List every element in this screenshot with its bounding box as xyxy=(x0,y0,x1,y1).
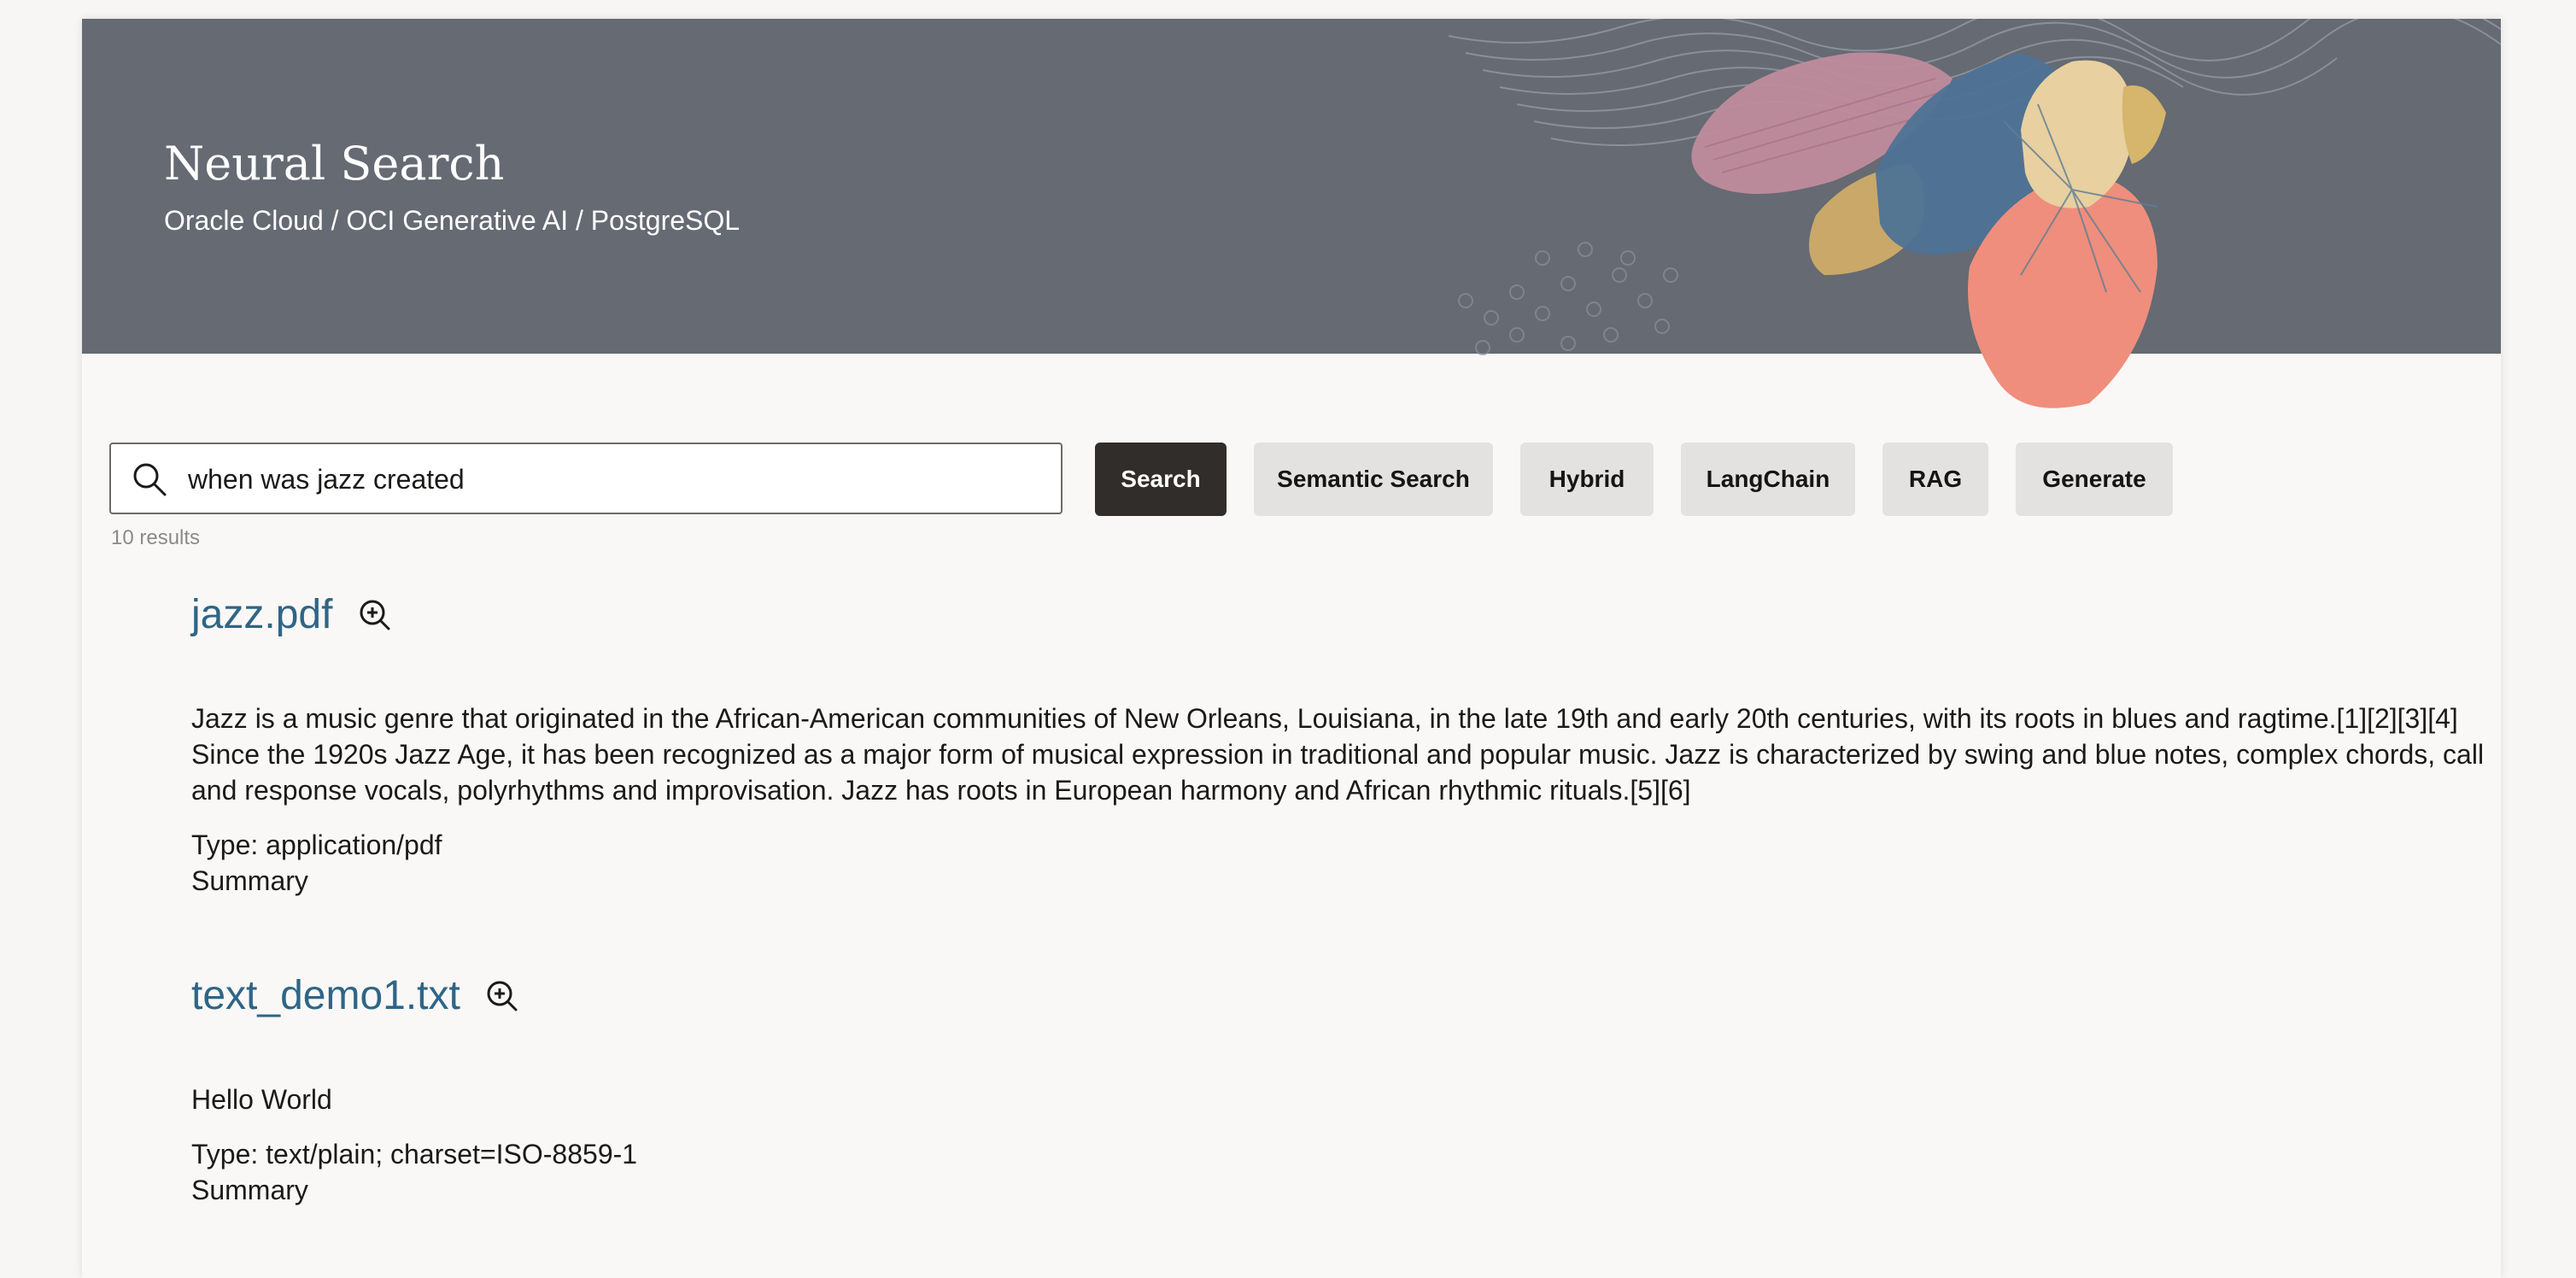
result-type: Type: text/plain; charset=ISO-8859-1 xyxy=(191,1139,638,1170)
result-summary: Summary xyxy=(191,1175,308,1205)
search-button[interactable]: Search xyxy=(1095,443,1227,516)
page-title: Neural Search xyxy=(164,137,505,191)
page: Neural Search Oracle Cloud / OCI Generat… xyxy=(82,19,2501,1278)
hybrid-button[interactable]: Hybrid xyxy=(1520,443,1654,516)
search-input[interactable] xyxy=(186,453,1044,506)
result-snippet: Jazz is a music genre that originated in… xyxy=(191,703,2485,806)
result-item: text_demo1.txt Hello World Type: text/pl… xyxy=(191,972,2497,1208)
results-count: 10 results xyxy=(111,526,201,549)
semantic-search-button[interactable]: Semantic Search xyxy=(1254,443,1493,516)
search-field[interactable] xyxy=(109,443,1063,514)
result-type: Type: application/pdf xyxy=(191,830,442,860)
decorative-artwork xyxy=(1448,19,2501,408)
result-title-link[interactable]: text_demo1.txt xyxy=(191,972,460,1019)
result-title-link[interactable]: jazz.pdf xyxy=(191,591,332,638)
result-item: jazz.pdf Jazz is a music genre that orig… xyxy=(191,591,2497,899)
result-summary: Summary xyxy=(191,865,308,896)
header-banner: Neural Search Oracle Cloud / OCI Generat… xyxy=(82,19,2501,408)
page-subtitle: Oracle Cloud / OCI Generative AI / Postg… xyxy=(164,205,741,236)
zoom-in-icon[interactable] xyxy=(486,980,518,1012)
langchain-button[interactable]: LangChain xyxy=(1681,443,1855,516)
rag-button[interactable]: RAG xyxy=(1882,443,1988,516)
generate-button[interactable]: Generate xyxy=(2016,443,2173,516)
search-icon xyxy=(133,463,167,496)
zoom-in-icon[interactable] xyxy=(359,599,391,631)
result-snippet: Hello World xyxy=(191,1084,332,1115)
